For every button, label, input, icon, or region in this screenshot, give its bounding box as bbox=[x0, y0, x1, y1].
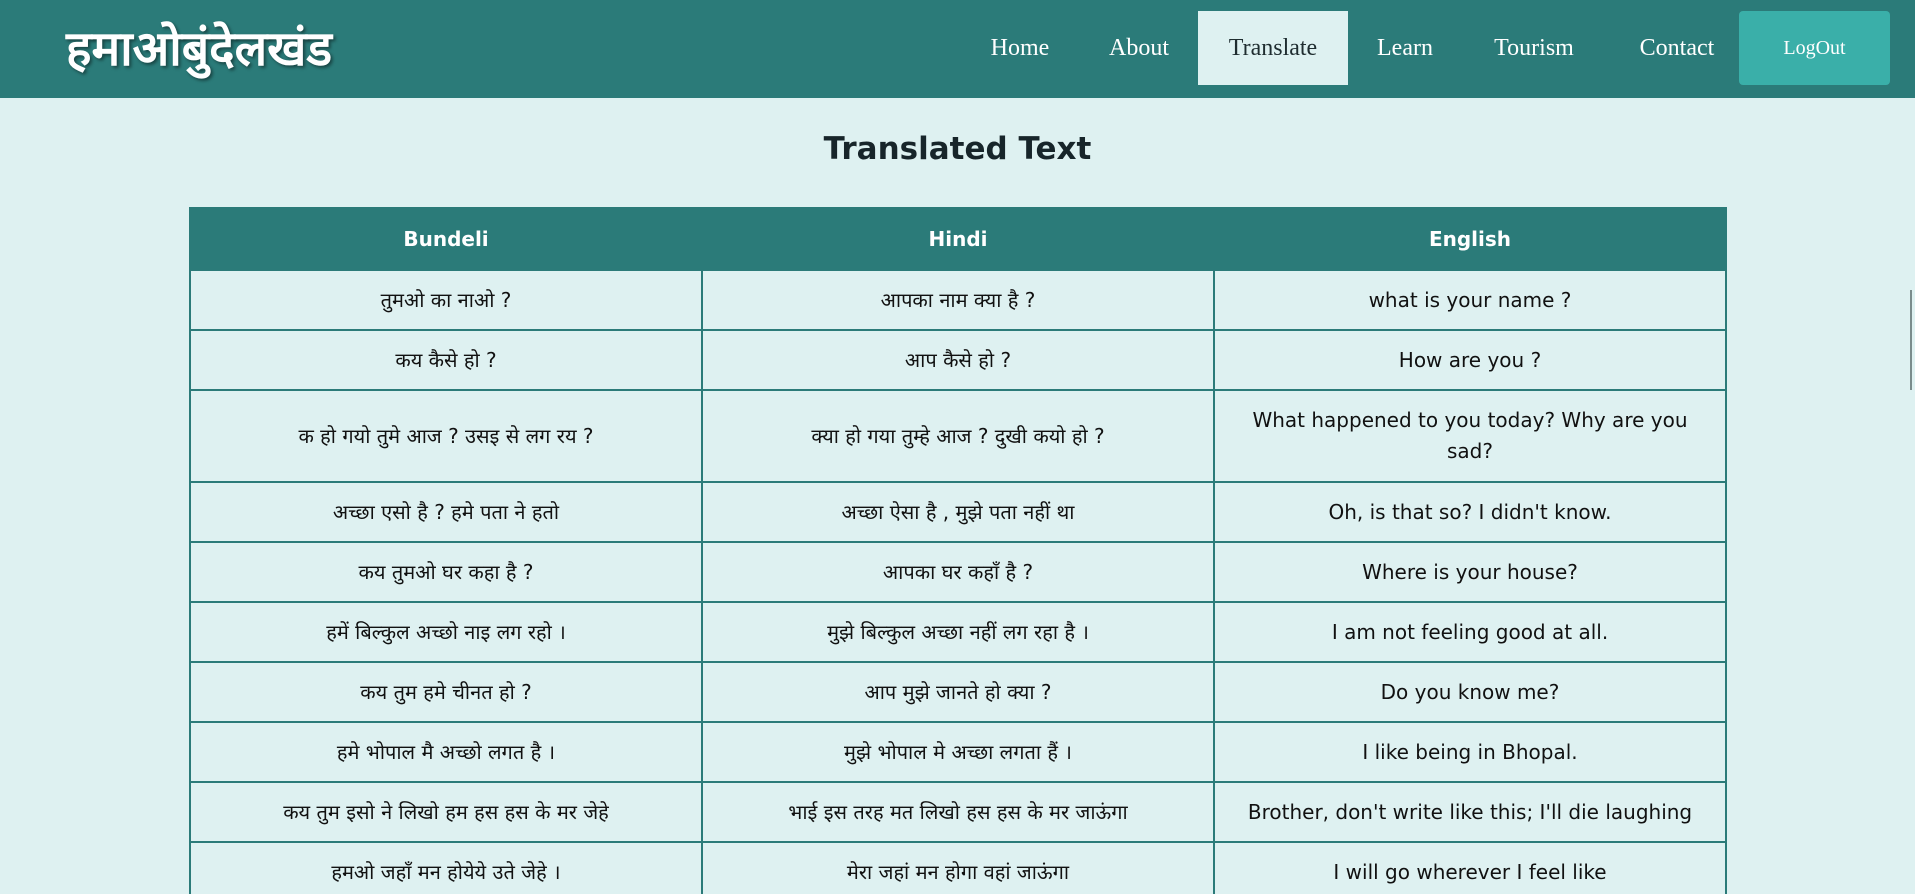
cell-hindi: क्या हो गया तुम्हे आज ? दुखी कयो हो ? bbox=[701, 389, 1215, 483]
cell-bundeli: अच्छा एसो है ? हमे पता ने हतो bbox=[189, 481, 703, 543]
scrollbar-thumb[interactable] bbox=[1910, 290, 1912, 390]
nav-learn[interactable]: Learn bbox=[1361, 11, 1449, 85]
cell-english: Brother, don't write like this; I'll die… bbox=[1213, 781, 1727, 843]
cell-english: I will go wherever I feel like bbox=[1213, 841, 1727, 894]
cell-bundeli: कय तुम हमे चीनत हो ? bbox=[189, 661, 703, 723]
cell-hindi: आपका घर कहाँ है ? bbox=[701, 541, 1215, 603]
cell-bundeli: तुमओ का नाओ ? bbox=[189, 269, 703, 331]
translations-table: Bundeli Hindi English तुमओ का नाओ ? आपका… bbox=[189, 207, 1727, 894]
cell-hindi: आपका नाम क्या है ? bbox=[701, 269, 1215, 331]
cell-english: How are you ? bbox=[1213, 329, 1727, 391]
table-row: कय तुम इसो ने लिखो हम हस हस के मर जेहे भ… bbox=[189, 781, 1727, 843]
cell-hindi: आप कैसे हो ? bbox=[701, 329, 1215, 391]
table-row: कय तुमओ घर कहा है ? आपका घर कहाँ है ? Wh… bbox=[189, 541, 1727, 603]
table-row: क हो गयो तुमे आज ? उसइ से लग रय ? क्या ह… bbox=[189, 389, 1727, 483]
cell-bundeli: कय तुमओ घर कहा है ? bbox=[189, 541, 703, 603]
cell-english: I am not feeling good at all. bbox=[1213, 601, 1727, 663]
table-row: तुमओ का नाओ ? आपका नाम क्या है ? what is… bbox=[189, 269, 1727, 331]
cell-hindi: मेरा जहां मन होगा वहां जाऊंगा bbox=[701, 841, 1215, 894]
navbar: हमाओबुंदेलखंड Home About Translate Learn… bbox=[0, 0, 1915, 98]
column-header-bundeli: Bundeli bbox=[189, 207, 703, 271]
cell-english: Oh, is that so? I didn't know. bbox=[1213, 481, 1727, 543]
page-title: Translated Text bbox=[823, 131, 1092, 167]
cell-english: I like being in Bhopal. bbox=[1213, 721, 1727, 783]
nav-contact[interactable]: Contact bbox=[1618, 11, 1736, 85]
table-row: कय कैसे हो ? आप कैसे हो ? How are you ? bbox=[189, 329, 1727, 391]
nav-home[interactable]: Home bbox=[966, 11, 1074, 85]
cell-bundeli: कय कैसे हो ? bbox=[189, 329, 703, 391]
cell-bundeli: कय तुम इसो ने लिखो हम हस हस के मर जेहे bbox=[189, 781, 703, 843]
cell-bundeli: क हो गयो तुमे आज ? उसइ से लग रय ? bbox=[189, 389, 703, 483]
cell-english: What happened to you today? Why are you … bbox=[1213, 389, 1727, 483]
table-row: अच्छा एसो है ? हमे पता ने हतो अच्छा ऐसा … bbox=[189, 481, 1727, 543]
cell-hindi: आप मुझे जानते हो क्या ? bbox=[701, 661, 1215, 723]
nav-tourism[interactable]: Tourism bbox=[1480, 11, 1588, 85]
table-row: हमें बिल्कुल अच्छो नाइ लग रहो । मुझे बिल… bbox=[189, 601, 1727, 663]
cell-hindi: मुझे भोपाल मे अच्छा लगता हैं । bbox=[701, 721, 1215, 783]
table-row: हमे भोपाल मै अच्छो लगत है । मुझे भोपाल म… bbox=[189, 721, 1727, 783]
logout-button[interactable]: LogOut bbox=[1739, 11, 1890, 85]
cell-english: Where is your house? bbox=[1213, 541, 1727, 603]
cell-hindi: अच्छा ऐसा है , मुझे पता नहीं था bbox=[701, 481, 1215, 543]
cell-bundeli: हमें बिल्कुल अच्छो नाइ लग रहो । bbox=[189, 601, 703, 663]
cell-english: what is your name ? bbox=[1213, 269, 1727, 331]
column-header-hindi: Hindi bbox=[701, 207, 1215, 271]
nav-translate[interactable]: Translate bbox=[1198, 11, 1348, 85]
cell-hindi: भाई इस तरह मत लिखो हस हस के मर जाऊंगा bbox=[701, 781, 1215, 843]
table-header-row: Bundeli Hindi English bbox=[189, 207, 1727, 271]
nav-about[interactable]: About bbox=[1087, 11, 1191, 85]
table-row: कय तुम हमे चीनत हो ? आप मुझे जानते हो क्… bbox=[189, 661, 1727, 723]
column-header-english: English bbox=[1213, 207, 1727, 271]
cell-english: Do you know me? bbox=[1213, 661, 1727, 723]
site-logo-text[interactable]: हमाओबुंदेलखंड bbox=[66, 20, 332, 78]
table-row: हमओ जहाँ मन होयेये उते जेहे । मेरा जहां … bbox=[189, 841, 1727, 894]
cell-hindi: मुझे बिल्कुल अच्छा नहीं लग रहा है । bbox=[701, 601, 1215, 663]
cell-bundeli: हमओ जहाँ मन होयेये उते जेहे । bbox=[189, 841, 703, 894]
cell-bundeli: हमे भोपाल मै अच्छो लगत है । bbox=[189, 721, 703, 783]
